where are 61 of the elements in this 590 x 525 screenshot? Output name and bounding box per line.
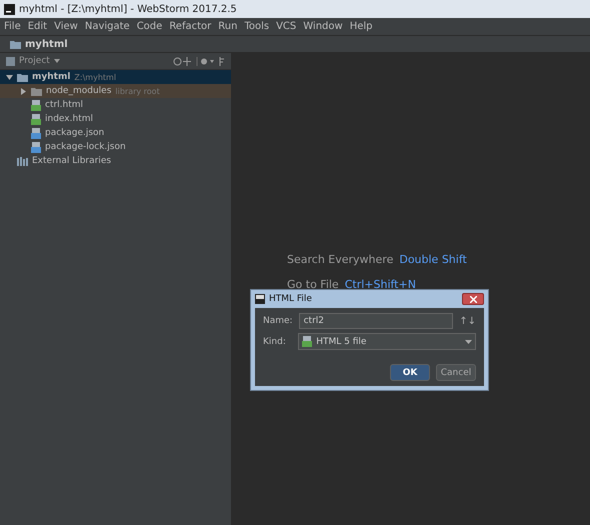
collapsed-arrow-icon[interactable] bbox=[20, 88, 27, 94]
close-icon bbox=[470, 296, 476, 302]
hint-action: Go to File bbox=[287, 278, 339, 291]
window-title: myhtml - [Z:\myhtml] - WebStorm 2017.2.5 bbox=[19, 4, 237, 14]
tree-item[interactable]: package.json bbox=[0, 126, 231, 140]
kind-dropdown[interactable]: HTML 5 file bbox=[298, 333, 476, 350]
item-label: index.html bbox=[45, 114, 93, 124]
folder-icon bbox=[10, 40, 21, 48]
tree-item[interactable]: myhtml Z:\myhtml bbox=[0, 70, 231, 84]
library-icon bbox=[17, 156, 28, 166]
html-file-icon bbox=[31, 114, 41, 124]
panel-title[interactable]: Project bbox=[19, 56, 50, 66]
menu-item[interactable]: Window bbox=[303, 21, 343, 32]
menu-item[interactable]: Help bbox=[350, 21, 373, 32]
html-file-icon bbox=[31, 100, 41, 110]
name-field[interactable]: ctrl2 bbox=[298, 313, 454, 329]
item-label: External Libraries bbox=[32, 156, 112, 166]
menu-item[interactable]: View bbox=[54, 21, 78, 32]
breadcrumb[interactable]: myhtml bbox=[25, 38, 68, 50]
item-label: myhtml bbox=[32, 72, 70, 82]
item-label: package-lock.json bbox=[45, 142, 126, 152]
json-file-icon bbox=[31, 142, 41, 152]
json-file-icon bbox=[31, 128, 41, 138]
folder-icon bbox=[31, 86, 42, 96]
hint-action: Search Everywhere bbox=[287, 253, 394, 266]
tree-item[interactable]: package-lock.json bbox=[0, 140, 231, 154]
item-label: node_modules bbox=[46, 86, 112, 96]
field-label: Name: bbox=[263, 316, 293, 326]
dialog-title: HTML File bbox=[269, 294, 312, 304]
html-file-icon bbox=[302, 336, 312, 347]
shortcut-text: Ctrl+Shift+N bbox=[344, 278, 416, 291]
tree-item[interactable]: index.html bbox=[0, 112, 231, 126]
shortcut-text: Double Shift bbox=[399, 253, 467, 266]
menu-item[interactable]: Refactor bbox=[169, 21, 212, 32]
panel-tools-icon[interactable] bbox=[173, 56, 225, 66]
tree-item[interactable]: ctrl.html bbox=[0, 98, 231, 112]
menu-item[interactable]: Navigate bbox=[84, 21, 130, 32]
expanded-arrow-icon[interactable] bbox=[6, 74, 13, 80]
folder-icon bbox=[17, 72, 28, 82]
dropdown-icon bbox=[465, 340, 472, 344]
app-logo-icon bbox=[4, 4, 15, 14]
dialog-icon bbox=[255, 294, 265, 304]
item-hint: Z:\myhtml bbox=[74, 72, 116, 82]
field-label: Kind: bbox=[263, 336, 287, 346]
item-label: package.json bbox=[45, 128, 104, 138]
menu-item[interactable]: VCS bbox=[276, 21, 296, 32]
menu-item[interactable]: Code bbox=[136, 21, 162, 32]
item-label: ctrl.html bbox=[45, 100, 84, 110]
tree-item[interactable]: node_modules library root bbox=[0, 84, 231, 98]
menu-item[interactable]: Tools bbox=[244, 21, 270, 32]
dropdown-icon[interactable] bbox=[54, 59, 60, 63]
tree-item[interactable]: External Libraries bbox=[0, 154, 231, 168]
item-hint: library root bbox=[115, 86, 160, 96]
cancel-button[interactable]: Cancel bbox=[436, 364, 476, 381]
sort-toggle[interactable]: ↑↓ bbox=[459, 316, 476, 326]
menu-item[interactable]: File bbox=[4, 21, 21, 32]
menu-item[interactable]: Edit bbox=[28, 21, 48, 32]
ok-button[interactable]: OK bbox=[390, 364, 430, 381]
menu-item[interactable]: Run bbox=[218, 21, 238, 32]
close-button[interactable] bbox=[462, 293, 484, 305]
project-icon bbox=[6, 56, 15, 66]
